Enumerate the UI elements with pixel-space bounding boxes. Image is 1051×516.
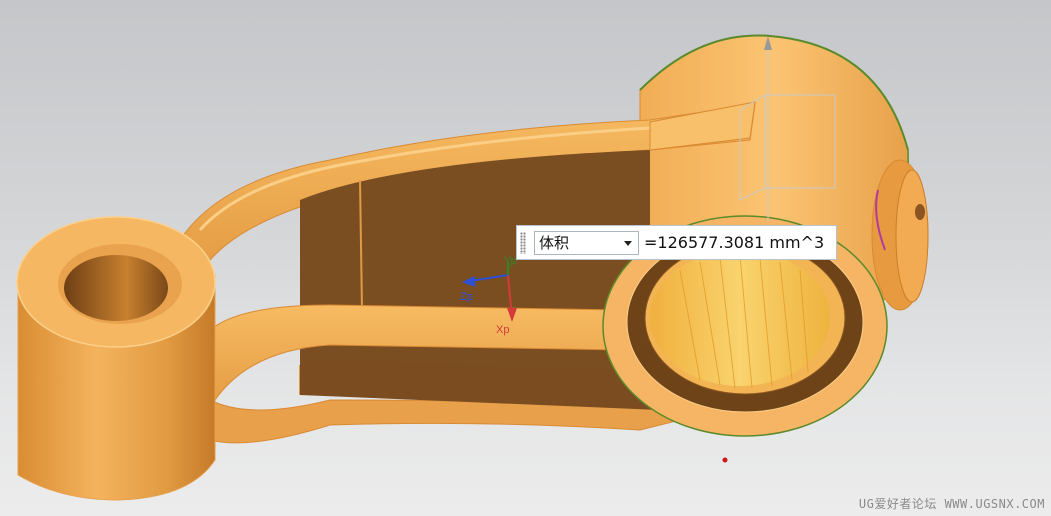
chevron-down-icon xyxy=(624,241,632,246)
side-boss[interactable] xyxy=(871,159,929,311)
drag-handle[interactable] xyxy=(520,232,526,254)
selection-point xyxy=(722,457,728,463)
measure-type-dropdown[interactable]: 体积 xyxy=(534,231,639,255)
measure-type-value: 体积 xyxy=(539,234,570,252)
y-axis-label: Yp xyxy=(504,255,517,267)
volume-result: =126577.3081 mm^3 xyxy=(644,233,825,252)
web-face[interactable] xyxy=(299,150,650,395)
graphics-viewport[interactable]: Xp Yp Zp 体积 =126577.3081 mm^3 UG爱好者论坛 WW… xyxy=(0,0,1051,516)
z-axis-label: Zp xyxy=(460,291,473,303)
measure-result-box[interactable]: 体积 =126577.3081 mm^3 xyxy=(516,225,837,260)
left-boss[interactable] xyxy=(16,216,216,501)
watermark: UG爱好者论坛 WWW.UGSNX.COM xyxy=(858,497,1045,511)
x-axis-label: Xp xyxy=(496,324,509,336)
